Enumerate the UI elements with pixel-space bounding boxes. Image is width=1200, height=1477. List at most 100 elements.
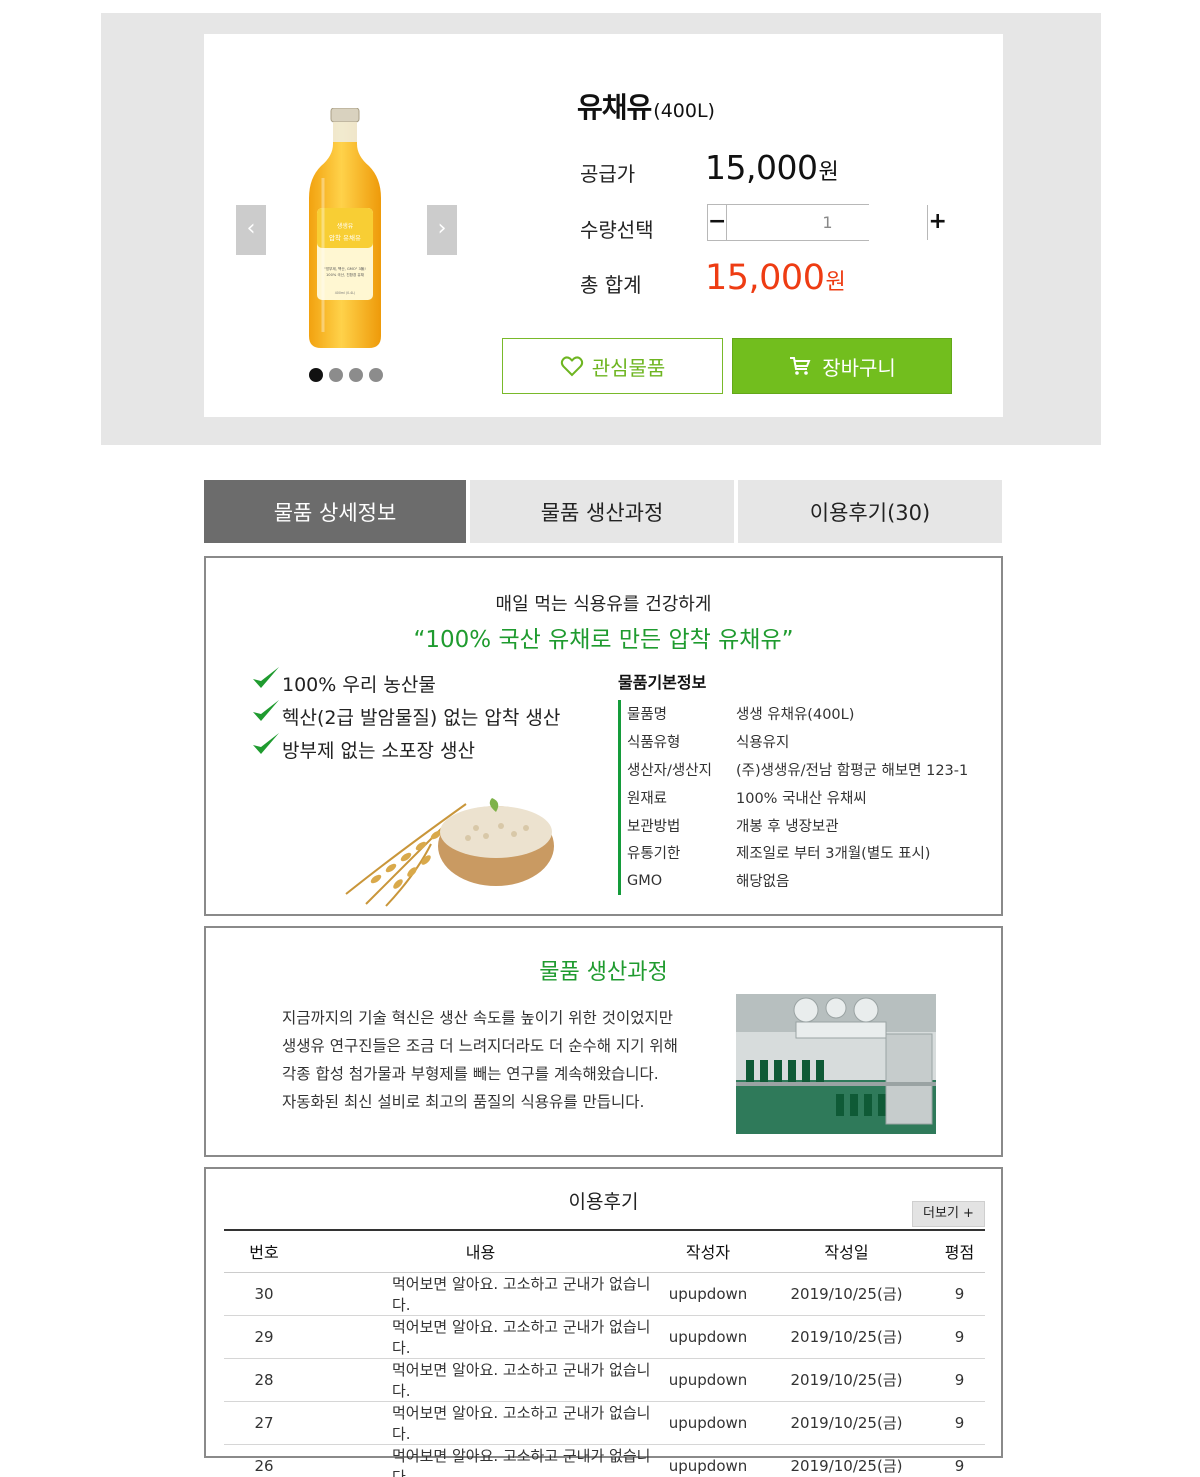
spec-row: 생산자/생산지 (주)생생유/전남 함평군 해보면 123-1	[627, 756, 968, 784]
heart-icon	[560, 356, 583, 377]
review-content[interactable]: 먹어보면 알아요. 고소하고 군내가 없습니다.	[304, 1401, 657, 1445]
process-line: 생생유 연구진들은 조금 더 느려지더라도 더 순수해 지기 위해	[282, 1037, 678, 1055]
carousel-dot-4[interactable]	[369, 368, 383, 382]
svg-text:"방부제, 헥산, GMO" 3無!: "방부제, 헥산, GMO" 3無!	[324, 266, 366, 271]
review-number: 27	[224, 1401, 304, 1445]
tab-production-process[interactable]: 물품 생산과정	[470, 480, 734, 543]
spec-key: 식품유형	[627, 735, 681, 752]
review-content[interactable]: 먹어보면 알아요. 고소하고 군내가 없습니다.	[304, 1358, 657, 1402]
review-date: 2019/10/25(금)	[759, 1358, 934, 1402]
detail-subtitle: 매일 먹는 식용유를 건강하게	[495, 594, 712, 615]
price-currency: 원	[818, 160, 839, 185]
carousel-prev-button[interactable]: ‹	[236, 205, 266, 255]
checkmark-icon	[253, 667, 279, 688]
review-content[interactable]: 먹어보면 알아요. 고소하고 군내가 없습니다.	[304, 1315, 657, 1359]
reviews-section: 이용후기 더보기 + 번호 내용 작성자 작성일 평점 30 먹어보면 알아요.…	[204, 1167, 1003, 1477]
spec-row: 원재료 100% 국내산 유채씨	[627, 783, 968, 811]
more-reviews-button[interactable]: 더보기 +	[912, 1201, 985, 1227]
review-number: 29	[224, 1315, 304, 1359]
tab-product-detail[interactable]: 물품 상세정보	[204, 480, 466, 543]
tab-reviews[interactable]: 이용후기(30)	[738, 480, 1002, 543]
review-author: upupdown	[657, 1401, 759, 1445]
spec-value: 제조일로 부터 3개월(별도 표시)	[736, 846, 931, 863]
spec-key: 원재료	[627, 790, 668, 807]
feature-list: 100% 우리 농산물 헥산(2급 발암물질) 없는 압착 생산 방부제 없는 …	[250, 667, 561, 769]
checkmark-icon	[253, 733, 279, 754]
spec-key: 물품명	[627, 707, 668, 724]
review-rating: 9	[934, 1444, 985, 1477]
review-content[interactable]: 먹어보면 알아요. 고소하고 군내가 없습니다.	[304, 1272, 657, 1316]
review-rating: 9	[934, 1358, 985, 1402]
quantity-input[interactable]	[727, 205, 928, 240]
col-header-number: 번호	[224, 1229, 304, 1273]
carousel-dot-3[interactable]	[349, 368, 363, 382]
feature-text: 100% 우리 농산물	[282, 674, 436, 696]
spec-row: 물품명 생생 유채유(400L)	[627, 700, 968, 728]
price-label: 공급가	[580, 162, 636, 186]
product-detail-section: 매일 먹는 식용유를 건강하게 “100% 국산 유채로 만든 압착 유채유” …	[204, 556, 1003, 916]
spec-row: 보관방법 개봉 후 냉장보관	[627, 811, 968, 839]
checkmark-icon	[253, 700, 279, 721]
review-number: 28	[224, 1358, 304, 1402]
table-row[interactable]: 26 먹어보면 알아요. 고소하고 군내가 없습니다. upupdown 201…	[224, 1444, 985, 1477]
review-number: 30	[224, 1272, 304, 1316]
production-process-section: 물품 생산과정 지금까지의 기술 혁신은 생산 속도를 높이기 위한 것이었지만…	[204, 926, 1003, 1157]
svg-text:생생유: 생생유	[337, 222, 354, 230]
cart-icon	[790, 357, 811, 375]
process-line: 자동화된 최신 설비로 최고의 품질의 식용유를 만듭니다.	[282, 1093, 645, 1111]
price-amount: 15,000	[705, 148, 818, 187]
reviews-title: 이용후기	[568, 1191, 639, 1213]
table-row[interactable]: 29 먹어보면 알아요. 고소하고 군내가 없습니다. upupdown 201…	[224, 1315, 985, 1359]
carousel-dot-1[interactable]	[309, 368, 323, 382]
spec-value: 식용유지	[736, 735, 790, 752]
quantity-decrease-button[interactable]: −	[708, 205, 728, 240]
total-amount: 15,000	[705, 258, 825, 298]
feature-item: 100% 우리 농산물	[250, 667, 560, 703]
svg-text:100% 국산, 친환경 유채: 100% 국산, 친환경 유채	[326, 272, 364, 277]
detail-headline: “100% 국산 유채로 만든 압착 유채유”	[413, 627, 794, 653]
review-rating: 9	[934, 1315, 985, 1359]
product-image-bottle: 생생유 압착 유채유 "방부제, 헥산, GMO" 3無! 100% 국산, 친…	[309, 108, 381, 348]
review-date: 2019/10/25(금)	[759, 1272, 934, 1316]
total-value: 15,000원	[705, 258, 846, 298]
process-line: 각종 합성 첨가물과 부형제를 빼는 연구를 계속해왔습니다.	[282, 1065, 659, 1083]
rapeseed-grain-image	[345, 798, 554, 907]
carousel-dot-2[interactable]	[329, 368, 343, 382]
quantity-increase-button[interactable]: +	[927, 205, 947, 240]
process-line: 지금까지의 기술 혁신은 생산 속도를 높이기 위한 것이었지만	[282, 1009, 673, 1027]
spec-key: 유통기한	[627, 846, 681, 863]
spec-key: 보관방법	[627, 818, 681, 835]
spec-value: 생생 유채유(400L)	[736, 707, 855, 724]
total-label: 총 합계	[580, 273, 642, 297]
spec-key: 생산자/생산지	[627, 762, 712, 779]
process-title: 물품 생산과정	[539, 960, 668, 985]
carousel-next-button[interactable]: ›	[427, 205, 457, 255]
table-row[interactable]: 27 먹어보면 알아요. 고소하고 군내가 없습니다. upupdown 201…	[224, 1401, 985, 1445]
product-volume: (400L)	[653, 100, 715, 122]
svg-text:400ml (0.4L): 400ml (0.4L)	[335, 291, 355, 295]
carousel-dots	[309, 368, 383, 382]
spec-value: (주)생생유/전남 함평군 해보면 123-1	[736, 762, 969, 779]
feature-item: 헥산(2급 발암물질) 없는 압착 생산	[250, 700, 561, 736]
feature-text: 방부제 없는 소포장 생산	[282, 740, 475, 762]
table-row[interactable]: 28 먹어보면 알아요. 고소하고 군내가 없습니다. upupdown 201…	[224, 1358, 985, 1402]
process-description: 지금까지의 기술 혁신은 생산 속도를 높이기 위한 것이었지만 생생유 연구진…	[282, 1004, 678, 1116]
reviews-table: 번호 내용 작성자 작성일 평점 30 먹어보면 알아요. 고소하고 군내가 없…	[224, 1229, 985, 1477]
review-rating: 9	[934, 1272, 985, 1316]
factory-line-image	[736, 994, 936, 1134]
feature-text: 헥산(2급 발암물질) 없는 압착 생산	[282, 707, 561, 729]
spec-title: 물품기본정보	[618, 673, 707, 692]
quantity-label: 수량선택	[580, 218, 654, 242]
review-date: 2019/10/25(금)	[759, 1444, 934, 1477]
spec-list: 물품명 생생 유채유(400L) 식품유형 식용유지 생산자/생산지 (주)생생유/전…	[618, 700, 968, 895]
table-row[interactable]: 30 먹어보면 알아요. 고소하고 군내가 없습니다. upupdown 201…	[224, 1272, 985, 1316]
wishlist-button[interactable]: 관심물품	[502, 338, 723, 394]
wishlist-label: 관심물품	[591, 355, 666, 380]
review-content[interactable]: 먹어보면 알아요. 고소하고 군내가 없습니다.	[304, 1444, 657, 1477]
add-to-cart-button[interactable]: 장바구니	[732, 338, 952, 394]
spec-row: 식품유형 식용유지	[627, 728, 968, 756]
price-value: 15,000원	[705, 148, 839, 187]
spec-key: GMO	[627, 872, 663, 889]
total-currency: 원	[825, 270, 846, 295]
review-author: upupdown	[657, 1272, 759, 1316]
